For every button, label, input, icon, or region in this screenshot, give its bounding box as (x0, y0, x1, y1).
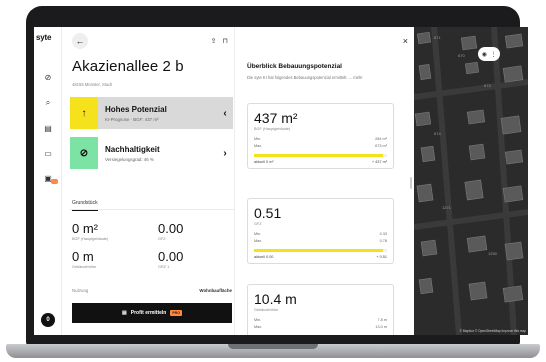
chevron-left-icon: ‹ (223, 107, 227, 119)
scrollbar[interactable] (410, 177, 412, 189)
card-value: 10.4 m (254, 291, 297, 307)
metric-gfz: 0.00 GFZ (158, 221, 183, 241)
page-title: Akazienallee 2 b (72, 58, 184, 75)
potential-card-gfz: 0.51 GFZ Min. 0.33 Max. 0.78 aktuell 0.00 +… (247, 198, 394, 264)
progress-fill (254, 249, 383, 252)
tab-divider (70, 209, 234, 210)
metric-grz: 0.00 GRZ 1 (158, 249, 183, 269)
laptop-notch (228, 344, 318, 349)
map-canvas[interactable]: 671 670 673 674 1250 1271 (414, 27, 528, 335)
potential-card-bgf: 437 m² BGF (Hauptgebäude) Min. 284 m² Max… (247, 103, 394, 169)
metric-label: Gebäudehöhe (72, 265, 97, 269)
compass-icon[interactable]: ⊘ (41, 71, 55, 83)
metric-label: GRZ 1 (158, 265, 170, 269)
detail-panel: × Überblick Bebauungspotenzial Die syte … (234, 27, 414, 335)
house-number: 670 (458, 53, 465, 58)
arrow-up-icon: ↑ (70, 97, 98, 129)
avatar[interactable]: 0 (41, 313, 55, 327)
metric-label: GFZ (158, 237, 166, 241)
more-icon[interactable]: ⋮ (490, 51, 496, 58)
calculator-icon[interactable]: ▤ (41, 122, 55, 134)
min-value: 0.33 (379, 232, 387, 236)
metric-height: 0 m Gebäudehöhe (72, 249, 96, 269)
metric-value: 0 m² (72, 221, 98, 236)
min-label: Min. (254, 318, 262, 322)
eye-icon[interactable]: ◉ (482, 51, 487, 58)
max-value: 13.0 m (375, 325, 387, 329)
card-label: GFZ (254, 222, 262, 226)
sidebar: syte ⊘ ⌕ ▤ ▭ ▣ 0 (34, 27, 62, 335)
house-number: 1250 (488, 251, 498, 256)
app-screen: 671 670 673 674 1250 1271 ◉ ⋮ © Mapbox ©… (34, 27, 528, 335)
sustainability-card[interactable]: ⊘ Nachhaltigkeit Versiegelungsgrad: 46 %… (70, 137, 233, 169)
folder-icon[interactable]: ▭ (41, 147, 55, 159)
metric-value: 0.00 (158, 249, 184, 264)
max-label: Max. (254, 144, 263, 148)
map-attribution[interactable]: © Mapbox © OpenStreetMap Improve this ma… (459, 329, 526, 333)
potential-subtitle: KI-Prognose · BGF: 437 m² (105, 116, 159, 122)
min-label: Min. (254, 137, 262, 141)
max-value: 673 m² (375, 144, 387, 148)
address-subtitle: 48155 Münster, Stadt (72, 82, 112, 87)
leaf-icon: ⊘ (70, 137, 98, 169)
potential-title: Hohes Potenzial (105, 104, 167, 114)
house-number: 671 (434, 35, 441, 40)
max-label: Max. (254, 325, 263, 329)
current-value: aktuell 0.00 (254, 255, 274, 259)
card-value: 437 m² (254, 110, 298, 126)
map-view[interactable]: 671 670 673 674 1250 1271 ◉ ⋮ © Mapbox ©… (414, 27, 528, 335)
chevron-right-icon: › (223, 147, 227, 159)
house-number: 674 (434, 131, 441, 136)
max-value: 0.78 (379, 239, 387, 243)
map-pin-toolbar[interactable]: ◉ ⋮ (478, 47, 500, 61)
close-button[interactable]: × (403, 36, 408, 46)
profit-button[interactable]: ▤ Profit ermitteln PRO (72, 303, 232, 323)
share-icon[interactable]: ⇪ (211, 37, 217, 45)
max-label: Max. (254, 239, 263, 243)
property-panel: ← ⇪ ⊓ Akazienallee 2 b 48155 Münster, St… (62, 27, 234, 335)
search-icon[interactable]: ⌕ (41, 97, 55, 109)
usage-label: Nutzung (72, 288, 89, 293)
notification-badge (51, 179, 58, 184)
metric-value: 0.00 (158, 221, 184, 236)
usage-value: Wohnbaufläche (199, 288, 232, 293)
arrow-left-icon: ← (75, 36, 85, 46)
bookmark-icon[interactable]: ⊓ (223, 37, 228, 45)
sustainability-subtitle: Versiegelungsgrad: 46 % (105, 156, 154, 162)
progress-fill (254, 154, 383, 157)
house-number: 673 (484, 83, 491, 88)
potential-card[interactable]: ↑ Hohes Potenzial KI-Prognose · BGF: 437… (70, 97, 233, 129)
detail-title: Überblick Bebauungspotenzial (247, 63, 342, 70)
progress-track (254, 154, 387, 157)
min-label: Min. (254, 232, 262, 236)
app-logo[interactable]: syte (36, 33, 51, 42)
back-button[interactable]: ← (72, 33, 88, 49)
current-value: aktuell 0 m² (254, 160, 274, 164)
min-value: 284 m² (375, 137, 387, 141)
progress-track (254, 249, 387, 252)
pro-badge: PRO (170, 310, 182, 316)
calculator-icon: ▤ (122, 310, 127, 316)
card-value: 0.51 (254, 205, 282, 221)
potential-card-height: 10.4 m Gebäudehöhe Min. 7.8 m Max. 13.0 m (247, 284, 394, 335)
house-number: 1271 (442, 205, 452, 210)
metric-bgf: 0 m² BGF (Hauptgebäude) (72, 221, 108, 241)
delta-value: + 0.51 (376, 255, 387, 259)
min-value: 7.8 m (377, 318, 388, 322)
detail-subtitle: Die syte KI hat folgendes Bebauungspoten… (247, 75, 363, 80)
metric-label: BGF (Hauptgebäude) (72, 237, 109, 241)
panel-actions: ⇪ ⊓ (211, 37, 228, 45)
metric-value: 0 m (72, 249, 94, 264)
card-label: Gebäudehöhe (254, 308, 279, 312)
profit-button-label: Profit ermitteln (130, 310, 167, 316)
delta-value: + 437 m² (371, 160, 387, 164)
card-label: BGF (Hauptgebäude) (254, 127, 291, 131)
sustainability-title: Nachhaltigkeit (105, 144, 160, 154)
